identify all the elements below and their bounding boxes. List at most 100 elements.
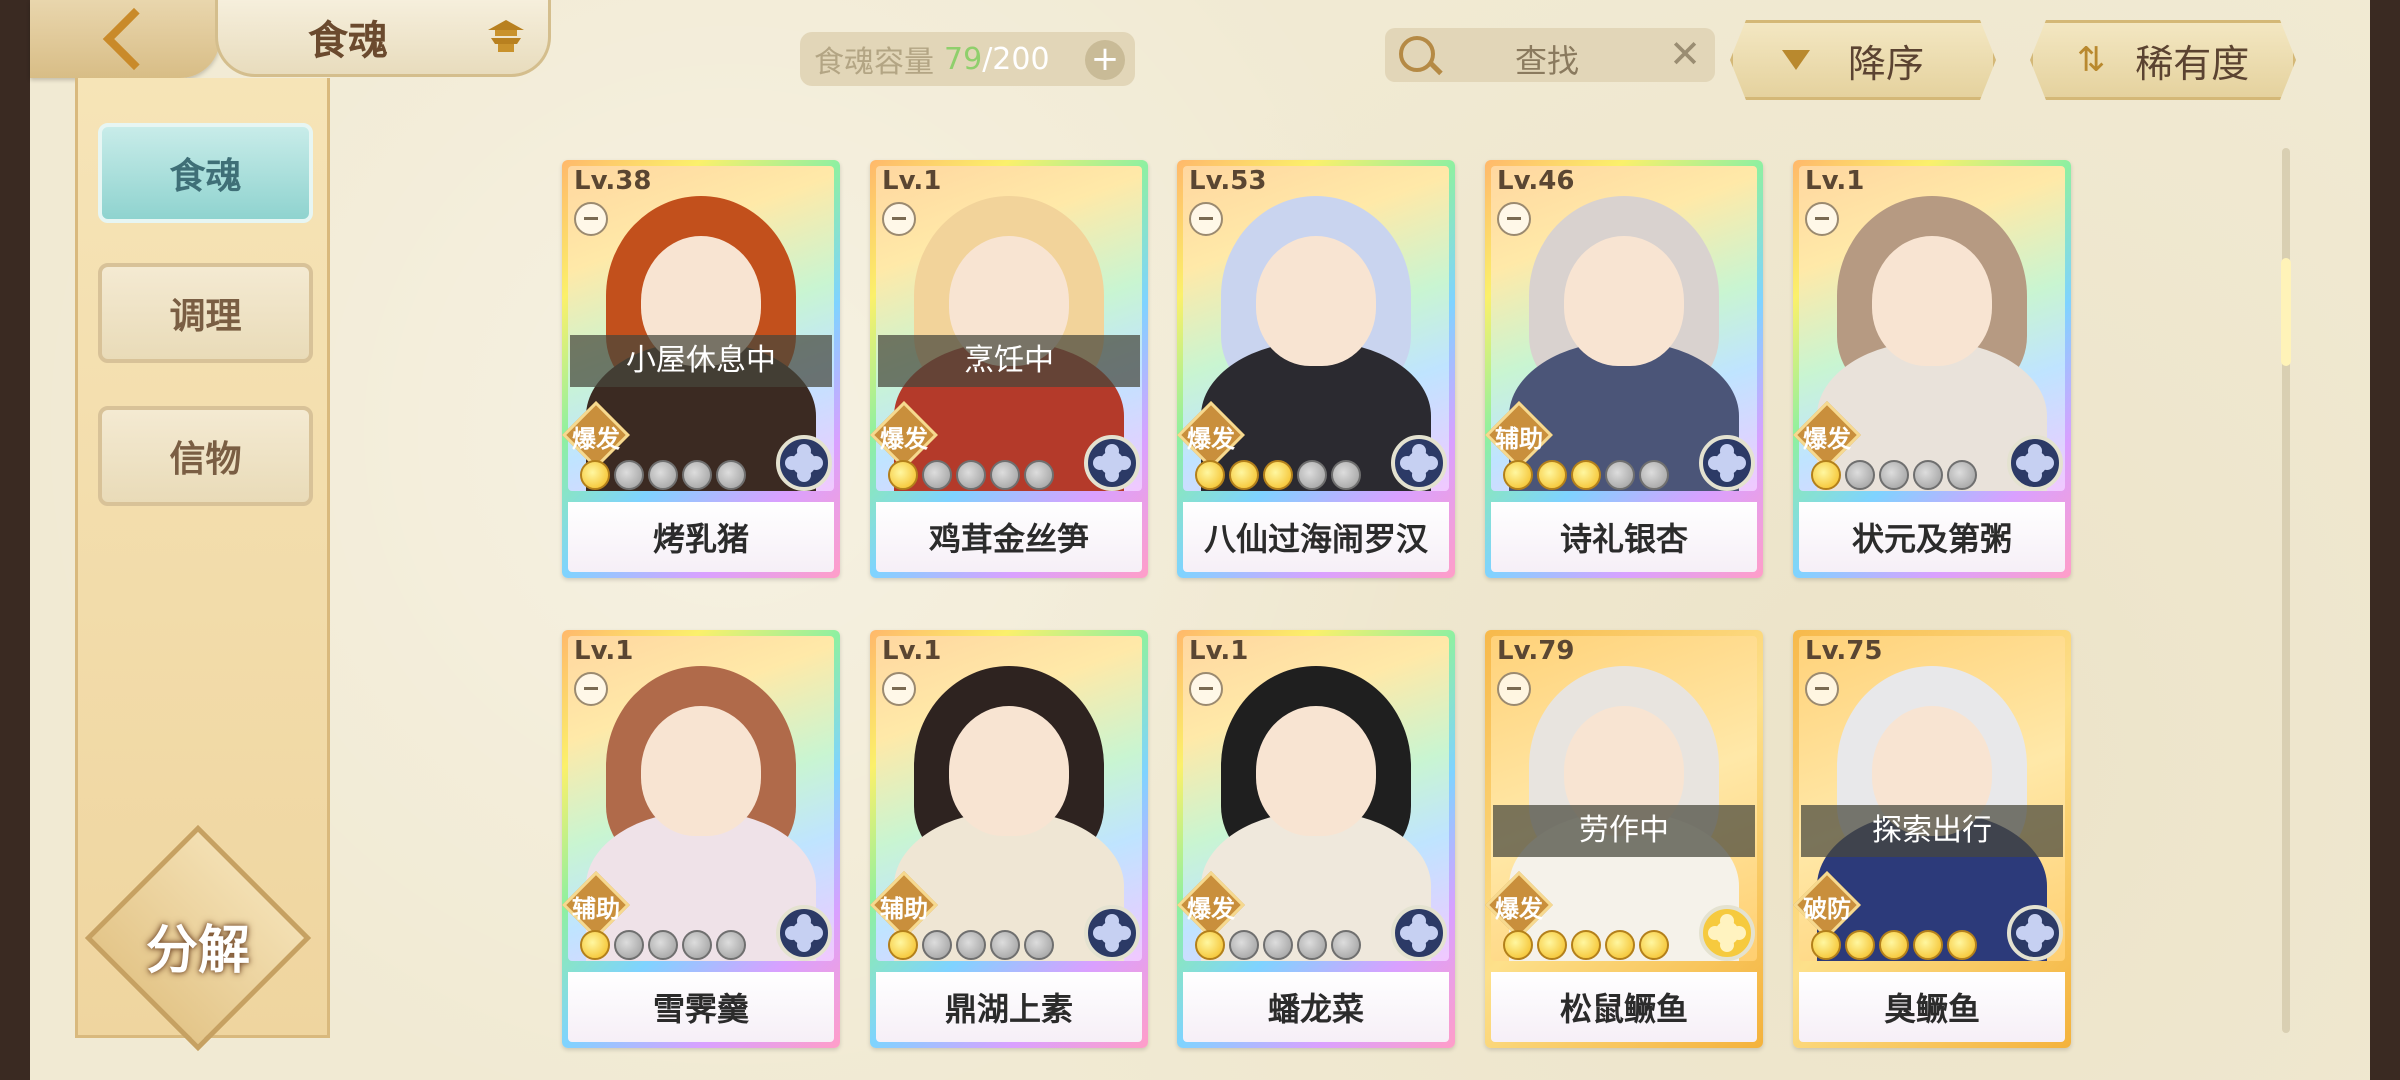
card-name: 鼎湖上素 <box>876 972 1142 1042</box>
food-soul-card[interactable]: Lv.38 小屋休息中 爆发 烤乳猪 <box>562 160 840 578</box>
star-icon <box>1571 460 1601 490</box>
card-name: 诗礼银杏 <box>1491 502 1757 572</box>
lock-toggle-icon[interactable] <box>1497 672 1531 706</box>
star-icon <box>1024 460 1054 490</box>
sort-key-button[interactable]: ⇅ 稀有度 <box>2030 20 2296 100</box>
capacity-display: 食魂容量 79/200 + <box>800 32 1135 86</box>
add-capacity-button[interactable]: + <box>1085 40 1125 80</box>
lock-toggle-icon[interactable] <box>574 672 608 706</box>
star-icon <box>1605 930 1635 960</box>
page-title-bar: 食魂 <box>215 0 551 77</box>
role-label: 破防 <box>1803 895 1851 923</box>
card-name: 八仙过海闹罗汉 <box>1183 502 1449 572</box>
star-rating <box>1195 930 1361 960</box>
lock-toggle-icon[interactable] <box>574 202 608 236</box>
food-soul-card[interactable]: Lv.79 劳作中 爆发 松鼠鳜鱼 <box>1485 630 1763 1048</box>
portrait-face <box>1872 236 1992 366</box>
star-icon <box>682 930 712 960</box>
lock-toggle-icon[interactable] <box>882 672 916 706</box>
role-label: 爆发 <box>1187 425 1235 453</box>
capacity-current: 79 <box>944 41 983 77</box>
food-soul-card[interactable]: Lv.75 探索出行 破防 臭鳜鱼 <box>1793 630 2071 1048</box>
star-icon <box>648 930 678 960</box>
element-flower-icon <box>1699 435 1755 491</box>
star-icon <box>1195 930 1225 960</box>
lock-toggle-icon[interactable] <box>882 202 916 236</box>
star-icon <box>1639 930 1669 960</box>
star-icon <box>1605 460 1635 490</box>
food-soul-card[interactable]: Lv.1 辅助 雪霁羹 <box>562 630 840 1048</box>
back-button[interactable] <box>30 0 220 78</box>
star-icon <box>1913 930 1943 960</box>
flower-icon <box>1100 921 1124 945</box>
portrait-face <box>641 706 761 836</box>
pagoda-icon <box>488 20 524 52</box>
sort-order-button[interactable]: 降序 <box>1730 20 1996 100</box>
sort-key-label: 稀有度 <box>2135 41 2250 86</box>
role-badge: 辅助 <box>562 871 630 939</box>
star-icon <box>1024 930 1054 960</box>
star-icon <box>580 460 610 490</box>
food-soul-card[interactable]: Lv.1 辅助 鼎湖上素 <box>870 630 1148 1048</box>
card-level: Lv.46 <box>1497 166 1575 196</box>
search-input[interactable]: 查找 ✕ <box>1385 28 1715 82</box>
role-badge: 爆发 <box>870 401 938 469</box>
star-icon <box>1811 930 1841 960</box>
lock-toggle-icon[interactable] <box>1805 202 1839 236</box>
scrollbar-thumb[interactable] <box>2281 258 2291 366</box>
food-soul-card[interactable]: Lv.53 爆发 八仙过海闹罗汉 <box>1177 160 1455 578</box>
card-level: Lv.1 <box>882 166 942 196</box>
star-icon <box>1297 460 1327 490</box>
role-label: 爆发 <box>1495 895 1543 923</box>
star-icon <box>648 460 678 490</box>
star-icon <box>1913 460 1943 490</box>
tab-food-souls[interactable]: 食魂 <box>98 123 313 223</box>
role-badge: 爆发 <box>1485 871 1553 939</box>
star-rating <box>580 460 746 490</box>
star-icon <box>1879 930 1909 960</box>
food-soul-card[interactable]: Lv.1 爆发 蟠龙菜 <box>1177 630 1455 1048</box>
element-flower-icon <box>1391 905 1447 961</box>
star-icon <box>1947 460 1977 490</box>
star-icon <box>888 930 918 960</box>
star-icon <box>1811 460 1841 490</box>
flower-icon <box>1100 451 1124 475</box>
flower-icon <box>792 451 816 475</box>
role-label: 爆发 <box>1187 895 1235 923</box>
star-icon <box>956 930 986 960</box>
flower-icon <box>1407 921 1431 945</box>
lock-toggle-icon[interactable] <box>1805 672 1839 706</box>
star-icon <box>1639 460 1669 490</box>
star-icon <box>990 930 1020 960</box>
role-label: 爆发 <box>880 425 928 453</box>
role-label: 爆发 <box>1803 425 1851 453</box>
decompose-label: 分解 <box>145 920 250 981</box>
food-soul-card[interactable]: Lv.1 爆发 状元及第粥 <box>1793 160 2071 578</box>
star-rating <box>888 460 1054 490</box>
star-icon <box>1503 930 1533 960</box>
star-icon <box>1947 930 1977 960</box>
food-soul-card[interactable]: Lv.46 辅助诗礼银杏 <box>1485 160 1763 578</box>
food-soul-card[interactable]: Lv.1 烹饪中 爆发 鸡茸金丝笋 <box>870 160 1148 578</box>
clear-search-button[interactable]: ✕ <box>1669 32 1701 76</box>
lock-toggle-icon[interactable] <box>1189 672 1223 706</box>
star-icon <box>580 930 610 960</box>
star-icon <box>1845 930 1875 960</box>
star-rating <box>1503 930 1669 960</box>
role-badge: 辅助 <box>1485 401 1553 469</box>
tab-cultivate[interactable]: 调理 <box>98 263 313 363</box>
lock-toggle-icon[interactable] <box>1497 202 1531 236</box>
star-icon <box>922 460 952 490</box>
role-badge: 辅助 <box>870 871 938 939</box>
card-level: Lv.1 <box>574 636 634 666</box>
swap-sort-icon: ⇅ <box>2076 40 2106 80</box>
star-rating <box>580 930 746 960</box>
role-badge: 爆发 <box>1793 401 1861 469</box>
card-status-banner: 探索出行 <box>1801 805 2063 857</box>
tab-keepsakes[interactable]: 信物 <box>98 406 313 506</box>
card-status-banner: 劳作中 <box>1493 805 1755 857</box>
page-title: 食魂 <box>308 17 388 64</box>
role-badge: 爆发 <box>1177 871 1245 939</box>
card-level: Lv.1 <box>1805 166 1865 196</box>
lock-toggle-icon[interactable] <box>1189 202 1223 236</box>
